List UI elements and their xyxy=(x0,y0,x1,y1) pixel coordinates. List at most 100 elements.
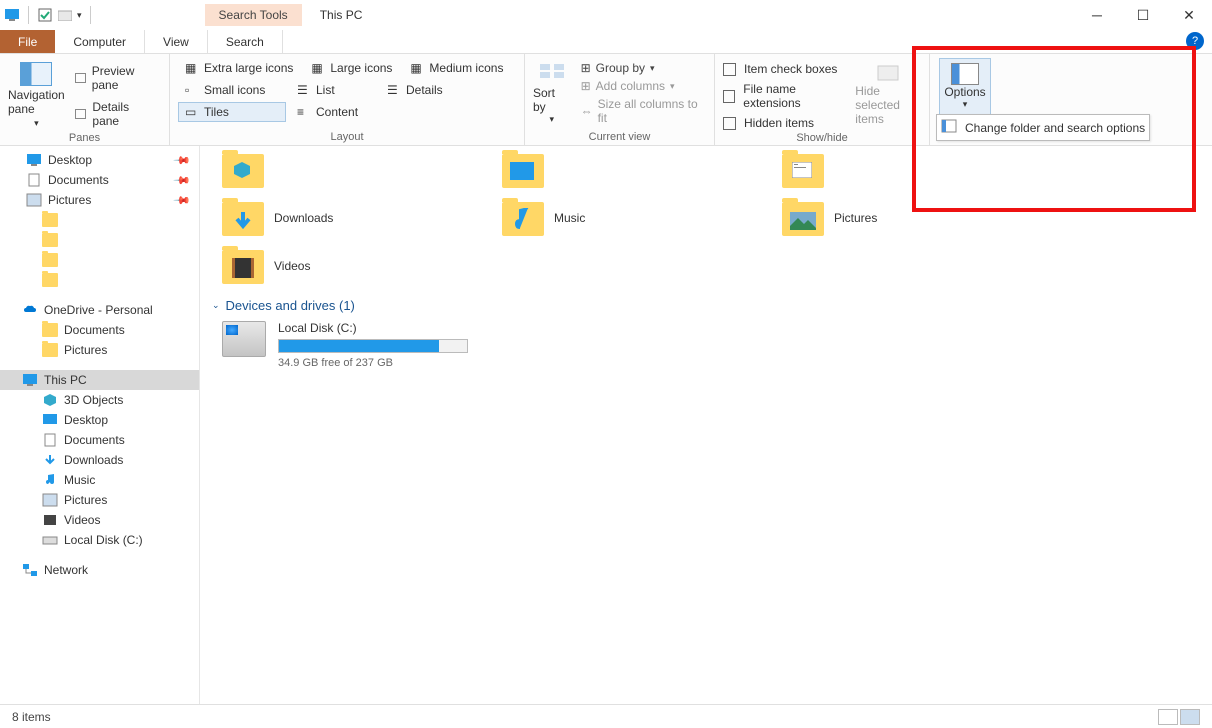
tree-folder[interactable] xyxy=(0,210,199,230)
titlebar: ▾ Search Tools This PC ─ ☐ ✕ xyxy=(0,0,1212,30)
add-columns-button[interactable]: ⊞Add columns ▾ xyxy=(577,78,706,94)
help-icon[interactable]: ? xyxy=(1186,32,1204,50)
tree-pc-desktop[interactable]: Desktop xyxy=(0,410,199,430)
tree-folder[interactable] xyxy=(0,270,199,290)
group-label-showhide: Show/hide xyxy=(723,130,921,144)
tab-file[interactable]: File xyxy=(0,30,55,53)
maximize-button[interactable]: ☐ xyxy=(1120,0,1166,30)
desktop-icon xyxy=(42,413,58,427)
folder-tile[interactable] xyxy=(222,150,442,190)
group-by-button[interactable]: ⊞Group by ▾ xyxy=(577,60,706,76)
tree-folder[interactable] xyxy=(0,230,199,250)
tree-local-disk[interactable]: Local Disk (C:) xyxy=(0,530,199,550)
app-icon xyxy=(4,7,20,23)
downloads-tile[interactable]: Downloads xyxy=(222,198,442,238)
itemcheck-label: Item check boxes xyxy=(744,62,837,76)
properties-icon[interactable] xyxy=(37,7,53,23)
separator xyxy=(28,6,29,24)
tab-view[interactable]: View xyxy=(145,30,208,53)
tree-desktop[interactable]: Desktop📌 xyxy=(0,150,199,170)
tree-this-pc[interactable]: This PC xyxy=(0,370,199,390)
local-disk-tile[interactable]: Local Disk (C:) 34.9 GB free of 237 GB xyxy=(212,321,1200,369)
folder-tile[interactable] xyxy=(782,150,1002,190)
file-name-extensions-toggle[interactable]: File name extensions xyxy=(723,82,849,110)
folder-icon xyxy=(502,202,544,236)
chevron-down-icon: ▾ xyxy=(963,99,968,110)
separator xyxy=(90,6,91,24)
ribbon-group-showhide: Item check boxes File name extensions Hi… xyxy=(715,54,930,145)
sort-by-button[interactable]: Sort by ▾ xyxy=(533,58,571,125)
drive-icon xyxy=(222,321,266,357)
tree-network[interactable]: Network xyxy=(0,560,199,580)
view-small-icons[interactable]: ▫Small icons xyxy=(178,80,286,100)
chevron-down-icon: ▾ xyxy=(34,118,39,129)
new-folder-icon[interactable] xyxy=(57,7,73,23)
file-panel[interactable]: Downloads Music Pictures Videos ⌄ Device… xyxy=(200,146,1212,704)
view-list[interactable]: ☰List xyxy=(290,80,376,100)
view-tiles[interactable]: ▭Tiles xyxy=(178,102,286,122)
options-label: Options xyxy=(944,85,985,99)
tab-computer[interactable]: Computer xyxy=(55,30,145,53)
desktop-icon xyxy=(26,153,42,167)
label: Network xyxy=(44,563,88,577)
tree-pc-downloads[interactable]: Downloads xyxy=(0,450,199,470)
folder-icon xyxy=(42,273,58,287)
qat-dropdown-icon[interactable]: ▾ xyxy=(77,10,82,21)
view-details[interactable]: ☰Details xyxy=(380,80,450,100)
details-label: Details xyxy=(406,83,443,97)
tree-3d-objects[interactable]: 3D Objects xyxy=(0,390,199,410)
item-check-boxes-toggle[interactable]: Item check boxes xyxy=(723,62,849,76)
folder-icon xyxy=(42,233,58,247)
folder-icon xyxy=(502,154,544,188)
tree-folder[interactable] xyxy=(0,250,199,270)
folder-tile[interactable] xyxy=(502,150,722,190)
tree-pc-pictures[interactable]: Pictures xyxy=(0,490,199,510)
sort-icon xyxy=(538,62,566,86)
tab-search[interactable]: Search xyxy=(208,30,283,53)
change-folder-options-item[interactable]: Change folder and search options xyxy=(965,121,1145,135)
ribbon: Navigation pane ▾ Preview pane Details p… xyxy=(0,54,1212,146)
tree-od-documents[interactable]: Documents xyxy=(0,320,199,340)
close-button[interactable]: ✕ xyxy=(1166,0,1212,30)
details-pane-button[interactable]: Details pane xyxy=(71,98,161,130)
view-large-icons[interactable]: ▦Large icons xyxy=(304,58,399,78)
hidden-items-toggle[interactable]: Hidden items xyxy=(723,116,849,130)
preview-pane-button[interactable]: Preview pane xyxy=(71,62,161,94)
status-item-count: 8 items xyxy=(12,710,51,724)
tree-onedrive[interactable]: OneDrive - Personal xyxy=(0,300,199,320)
tree-documents[interactable]: Documents📌 xyxy=(0,170,199,190)
search-tools-tab[interactable]: Search Tools xyxy=(205,4,302,26)
label: Desktop xyxy=(48,153,92,167)
music-tile[interactable]: Music xyxy=(502,198,722,238)
lg-label: Large icons xyxy=(330,61,392,75)
drive-usage-bar xyxy=(278,339,468,353)
folder-icon xyxy=(782,154,824,188)
content-area: Desktop📌 Documents📌 Pictures📌 OneDrive -… xyxy=(0,146,1212,704)
pictures-icon xyxy=(26,193,42,207)
minimize-button[interactable]: ─ xyxy=(1074,0,1120,30)
pictures-tile[interactable]: Pictures xyxy=(782,198,1002,238)
folder-icon xyxy=(42,213,58,227)
details-view-toggle[interactable] xyxy=(1158,709,1178,725)
download-icon xyxy=(42,453,58,467)
devices-section-header[interactable]: ⌄ Devices and drives (1) xyxy=(212,298,1200,313)
view-extra-large-icons[interactable]: ▦Extra large icons xyxy=(178,58,300,78)
tree-pc-music[interactable]: Music xyxy=(0,470,199,490)
navigation-tree[interactable]: Desktop📌 Documents📌 Pictures📌 OneDrive -… xyxy=(0,146,200,704)
tree-pc-documents[interactable]: Documents xyxy=(0,430,199,450)
navigation-pane-button[interactable]: Navigation pane ▾ xyxy=(8,58,65,129)
window-title: This PC xyxy=(320,8,363,22)
tree-pictures[interactable]: Pictures📌 xyxy=(0,190,199,210)
size-columns-button[interactable]: ⇔Size all columns to fit xyxy=(577,96,706,126)
tiles-view-toggle[interactable] xyxy=(1180,709,1200,725)
view-content[interactable]: ≡Content xyxy=(290,102,365,122)
status-bar: 8 items xyxy=(0,704,1212,728)
tree-pc-videos[interactable]: Videos xyxy=(0,510,199,530)
view-medium-icons[interactable]: ▦Medium icons xyxy=(403,58,510,78)
md-icon: ▦ xyxy=(410,61,424,75)
videos-tile[interactable]: Videos xyxy=(222,246,442,286)
label: This PC xyxy=(44,373,87,387)
options-button[interactable]: Options ▾ Change folder and search optio… xyxy=(939,58,991,115)
fit-label: Size all columns to fit xyxy=(598,97,702,125)
tree-od-pictures[interactable]: Pictures xyxy=(0,340,199,360)
